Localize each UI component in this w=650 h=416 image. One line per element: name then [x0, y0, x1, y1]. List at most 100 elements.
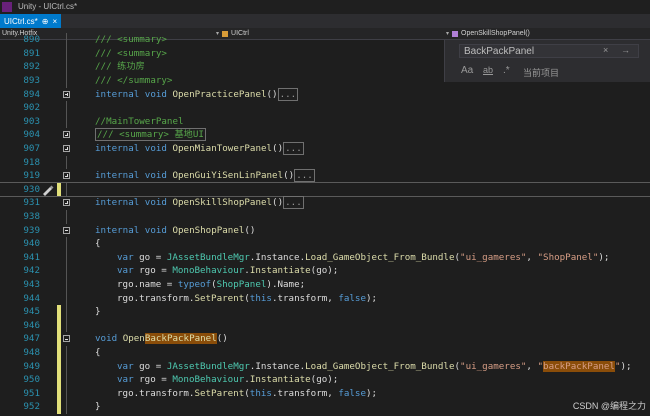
code-text: /// <summary>	[95, 34, 167, 46]
code-line[interactable]: 940 {	[0, 237, 650, 251]
code-line[interactable]: 943 rgo.name = typeof(ShopPanel).Name;	[0, 278, 650, 292]
regex-icon[interactable]: .*	[503, 65, 510, 76]
line-number: 931	[23, 197, 40, 209]
line-number: 907	[23, 143, 40, 154]
line-number: 942	[23, 265, 40, 277]
close-icon[interactable]: ×	[52, 17, 57, 26]
code-text: var go = JAssetBundleMgr.Instance.Load_G…	[117, 251, 610, 263]
line-number: 947	[23, 333, 40, 345]
watermark: CSDN @编程之力	[572, 401, 646, 411]
line-number: 939	[23, 224, 40, 236]
code-line[interactable]: 930	[0, 181, 650, 198]
expand-icon[interactable]	[63, 90, 70, 98]
code-line[interactable]: 939 internal void OpenShopPanel()	[0, 224, 650, 238]
find-next-icon[interactable]: →	[621, 45, 630, 55]
code-line[interactable]: 942 var rgo = MonoBehaviour.Instantiate(g…	[0, 264, 650, 278]
outline-guide	[66, 101, 67, 115]
whole-word-icon[interactable]: ab	[483, 65, 493, 75]
code-text: rgo.transform.SetParent(this.transform, …	[117, 292, 378, 304]
visual-studio-logo-icon	[2, 2, 12, 12]
line-number: 919	[23, 170, 40, 182]
code-line[interactable]: 950 var rgo = MonoBehaviour.Instantiate(g…	[0, 373, 650, 387]
line-number: 902	[23, 102, 40, 114]
expand-icon[interactable]	[63, 172, 70, 180]
expand-icon[interactable]	[63, 131, 70, 139]
code-text: var go = JAssetBundleMgr.Instance.Load_G…	[117, 360, 632, 372]
code-line[interactable]: 938	[0, 210, 650, 224]
match-case-icon[interactable]: Aa	[461, 65, 473, 76]
change-marker	[57, 332, 61, 346]
clear-icon[interactable]: ×	[603, 45, 608, 55]
code-text: rgo.name = typeof(ShopPanel).Name;	[117, 279, 306, 290]
code-line[interactable]: 918	[0, 155, 650, 170]
line-number: 945	[23, 306, 40, 318]
code-line[interactable]: 951 rgo.transform.SetParent(this.transfor…	[0, 386, 650, 401]
line-number: 892	[23, 61, 40, 73]
code-line[interactable]: 948 {	[0, 346, 650, 360]
code-line[interactable]: 902	[0, 101, 650, 115]
code-line[interactable]: 904 /// <summary> 基地UI	[0, 128, 650, 142]
line-number: 948	[23, 347, 40, 358]
code-line[interactable]: 903 //MainTowerPanel	[0, 114, 650, 129]
tab-uictrl[interactable]: UICtrl.cs* ⊕ ×	[0, 14, 62, 28]
code-line[interactable]: 952}	[0, 400, 650, 414]
code-line[interactable]: 944 rgo.transform.SetParent(this.transfor…	[0, 291, 650, 306]
change-marker	[57, 386, 61, 401]
code-line[interactable]: 919 internal void OpenGuiYiSenLinPanel().…	[0, 169, 650, 183]
collapse-icon[interactable]	[63, 335, 70, 343]
code-text: void OpenBackPackPanel()	[95, 333, 228, 345]
code-line[interactable]: 941 var go = JAssetBundleMgr.Instance.Loa…	[0, 250, 650, 265]
code-line[interactable]: 946	[0, 318, 650, 333]
line-number: 941	[23, 251, 40, 263]
change-marker	[57, 182, 61, 197]
line-number: 893	[23, 75, 40, 86]
code-text: rgo.transform.SetParent(this.transform, …	[117, 387, 378, 399]
code-line[interactable]: 947 void OpenBackPackPanel()	[0, 332, 650, 346]
window-titlebar: Unity - UICtrl.cs*	[0, 0, 650, 14]
code-text: internal void OpenSkillShopPanel()...	[95, 196, 304, 210]
outline-guide	[66, 386, 67, 401]
search-scope[interactable]: 当前项目	[523, 66, 559, 79]
line-number: 918	[23, 156, 40, 168]
line-number: 894	[23, 88, 40, 100]
code-text: /// 练功房	[95, 61, 145, 73]
change-marker	[57, 305, 61, 319]
expand-icon[interactable]	[63, 145, 70, 152]
code-line[interactable]: 949 var go = JAssetBundleMgr.Instance.Loa…	[0, 359, 650, 374]
outline-guide	[66, 318, 67, 333]
collapse-icon[interactable]	[63, 226, 70, 234]
change-marker	[57, 318, 61, 333]
outline-guide	[66, 155, 67, 170]
line-number: 952	[23, 401, 40, 413]
code-text: /// <summary> 基地UI	[95, 128, 206, 142]
line-number: 949	[23, 360, 40, 372]
window-title: Unity - UICtrl.cs*	[18, 2, 78, 11]
code-text: {	[95, 238, 101, 250]
code-text: var rgo = MonoBehaviour.Instantiate(go);	[117, 374, 339, 386]
outline-guide	[66, 264, 67, 278]
code-text: /// <summary>	[95, 47, 167, 59]
outline-guide	[66, 346, 67, 360]
change-marker	[57, 373, 61, 387]
expand-icon[interactable]	[63, 199, 70, 207]
code-editor[interactable]: 890 /// <summary> 891 /// <summary> 892 /// 练…	[0, 33, 650, 416]
code-text: internal void OpenPracticePanel()...	[95, 87, 299, 101]
code-line[interactable]: 931 internal void OpenSkillShopPanel()...	[0, 196, 650, 210]
line-number: 891	[23, 47, 40, 59]
code-text: {	[95, 347, 101, 358]
find-input[interactable]: BackPackPanel	[459, 44, 639, 58]
code-line[interactable]: 894 internal void OpenPracticePanel()...	[0, 87, 650, 102]
line-number: 943	[23, 279, 40, 290]
line-number: 938	[23, 211, 40, 222]
line-number: 951	[23, 387, 40, 399]
pencil-icon[interactable]	[41, 184, 55, 196]
pin-icon[interactable]: ⊕	[42, 17, 49, 26]
line-number: 890	[23, 34, 40, 46]
code-line[interactable]: 945}	[0, 305, 650, 319]
outline-guide	[66, 250, 67, 265]
code-text: internal void OpenShopPanel()	[95, 224, 256, 236]
outline-guide	[66, 33, 67, 47]
tab-label: UICtrl.cs*	[4, 16, 38, 26]
line-number: 930	[23, 183, 40, 195]
code-line[interactable]: 907 internal void OpenMianTowerPanel()...	[0, 142, 650, 156]
